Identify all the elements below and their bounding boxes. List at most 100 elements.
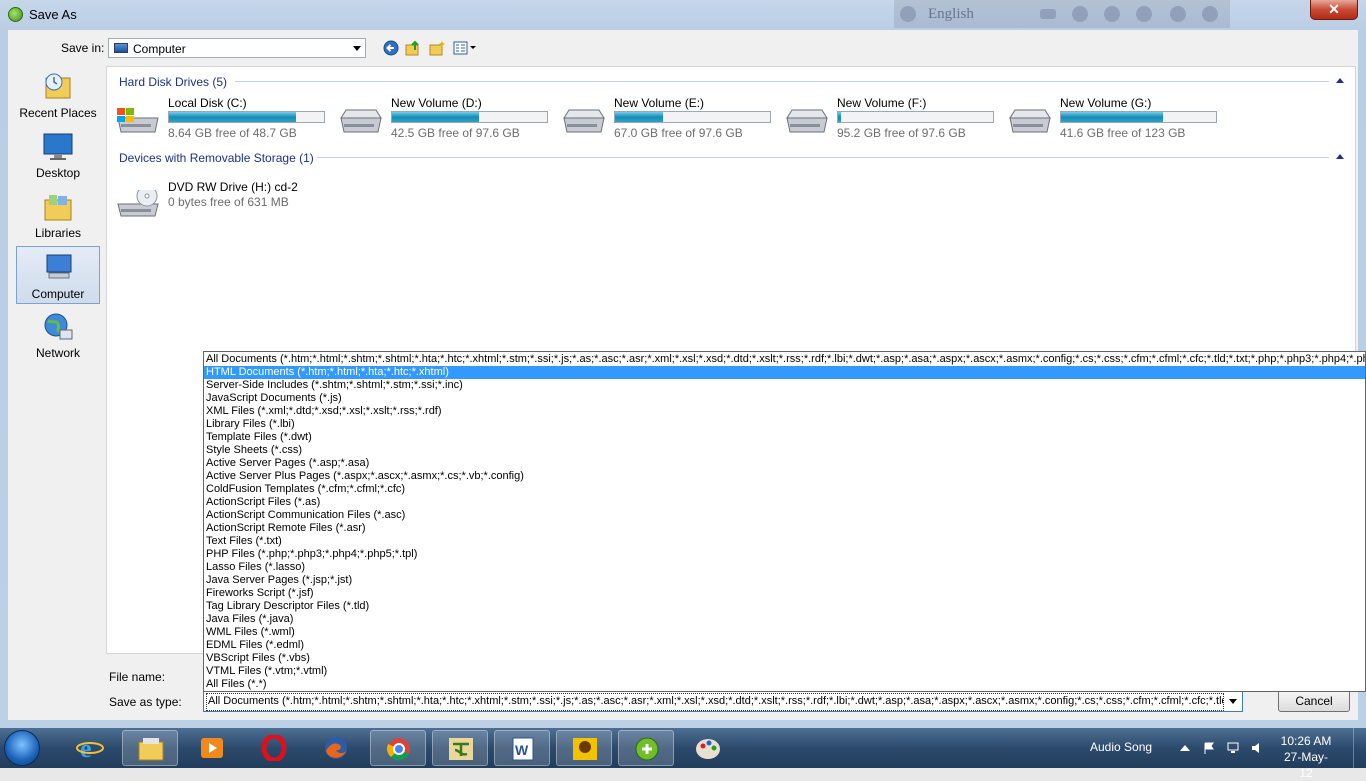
taskbar-explorer[interactable] [122, 730, 178, 766]
drive-name: New Volume (D:) [391, 96, 482, 110]
file-type-option[interactable]: Tag Library Descriptor Files (*.tld) [204, 600, 1365, 613]
show-desktop-button[interactable] [1353, 728, 1366, 768]
close-button[interactable]: ✕ [1310, 0, 1358, 20]
file-type-option[interactable]: HTML Documents (*.htm;*.html;*.hta;*.htc… [204, 366, 1365, 379]
file-type-option[interactable]: PHP Files (*.php;*.php3;*.php4;*.php5;*.… [204, 548, 1365, 561]
language-bar[interactable]: English [894, 0, 1230, 28]
place-desktop[interactable]: Desktop [16, 126, 100, 184]
file-type-list[interactable]: All Documents (*.htm;*.html;*.shtm;*.sht… [203, 351, 1366, 692]
taskbar-ie[interactable]: e [62, 730, 118, 766]
file-name-label: File name: [109, 670, 166, 684]
chevron-down-icon[interactable] [353, 46, 361, 51]
cancel-button[interactable]: Cancel [1278, 690, 1350, 712]
place-libraries[interactable]: Libraries [16, 186, 100, 244]
clock-date: 27-May-12 [1283, 750, 1328, 780]
file-type-option[interactable]: Library Files (*.lbi) [204, 418, 1365, 431]
file-type-option[interactable]: Java Files (*.java) [204, 613, 1365, 626]
drive-item[interactable]: New Volume (G:) 41.6 GB free of 123 GB [1007, 96, 1229, 140]
file-type-option[interactable]: XML Files (*.xml;*.dtd;*.xsd;*.xsl;*.xsl… [204, 405, 1365, 418]
file-type-option[interactable]: ActionScript Remote Files (*.asr) [204, 522, 1365, 535]
save-as-type-dropdown[interactable]: All Documents (*.htm;*.html;*.shtm;*.sht… [203, 690, 1243, 712]
drive-free-space: 42.5 GB free of 97.6 GB [391, 126, 520, 140]
tray-now-playing[interactable]: Audio Song [1090, 740, 1152, 754]
start-button[interactable] [4, 730, 40, 766]
recent-places-icon [45, 73, 71, 99]
drive-item[interactable]: Local Disk (C:) 8.64 GB free of 48.7 GB [115, 96, 337, 140]
taskbar-chrome[interactable] [370, 730, 426, 766]
collapse-icon[interactable] [1336, 154, 1344, 159]
file-type-option[interactable]: Active Server Pages (*.asp;*.asa) [204, 457, 1365, 470]
collapse-icon[interactable] [1336, 78, 1344, 83]
opera-icon [261, 735, 287, 761]
file-type-option[interactable]: WML Files (*.wml) [204, 626, 1365, 639]
keyboard-icon[interactable] [900, 6, 916, 22]
file-type-option[interactable]: Lasso Files (*.lasso) [204, 561, 1365, 574]
taskbar-dreamweaver[interactable] [618, 730, 674, 766]
place-label: Desktop [35, 166, 81, 180]
view-menu-icon[interactable] [453, 40, 477, 56]
svg-text:W: W [515, 742, 529, 758]
up-folder-icon[interactable] [405, 40, 421, 56]
title-bar[interactable]: Save As English ✕ [0, 0, 1366, 28]
places-bar: Recent Places Desktop Libraries Computer… [16, 66, 102, 366]
clock[interactable]: 10:26 AM 27-May-12 [1278, 733, 1334, 781]
file-type-option[interactable]: ColdFusion Templates (*.cfm;*.cfml;*.cfc… [204, 483, 1365, 496]
drive-item[interactable]: New Volume (F:) 95.2 GB free of 97.6 GB [784, 96, 1006, 140]
network-status-icon[interactable] [1227, 742, 1239, 754]
save-in-label: Save in: [61, 41, 105, 55]
window-title: Save As [29, 7, 77, 22]
drive-free-space: 95.2 GB free of 97.6 GB [837, 126, 966, 140]
removable-drive-item[interactable]: DVD RW Drive (H:) cd-2 0 bytes free of 6… [115, 180, 337, 224]
minimize-langbar-icon[interactable] [1040, 9, 1056, 19]
file-type-option[interactable]: ActionScript Files (*.as) [204, 496, 1365, 509]
file-type-option[interactable]: ActionScript Communication Files (*.asc) [204, 509, 1365, 522]
file-type-option[interactable]: Active Server Plus Pages (*.aspx;*.ascx;… [204, 470, 1365, 483]
file-type-option[interactable]: VBScript Files (*.vbs) [204, 652, 1365, 665]
language-label[interactable]: English [928, 6, 974, 23]
langbar-close-icon[interactable] [1202, 6, 1218, 22]
file-type-option[interactable]: Text Files (*.txt) [204, 535, 1365, 548]
group-header-removable[interactable]: Devices with Removable Storage (1) [119, 151, 314, 165]
new-folder-icon[interactable] [429, 40, 445, 56]
file-type-option[interactable]: JavaScript Documents (*.js) [204, 392, 1365, 405]
mouse-icon[interactable] [1072, 6, 1088, 22]
show-hidden-icons-icon[interactable] [1180, 745, 1190, 751]
file-type-option[interactable]: Server-Side Includes (*.shtm;*.shtml;*.s… [204, 379, 1365, 392]
place-recent-places[interactable]: Recent Places [16, 66, 100, 124]
file-type-option[interactable]: Template Files (*.dwt) [204, 431, 1365, 444]
drive-name: Local Disk (C:) [168, 96, 247, 110]
taskbar-media-player[interactable] [184, 730, 240, 766]
help-icon[interactable] [1170, 6, 1186, 22]
drive-item[interactable]: New Volume (E:) 67.0 GB free of 97.6 GB [561, 96, 783, 140]
taskbar-paint[interactable] [680, 730, 736, 766]
back-icon[interactable] [383, 40, 399, 56]
drive-name: DVD RW Drive (H:) cd-2 [168, 180, 298, 194]
drive-usage-bar [837, 111, 994, 123]
file-type-option[interactable]: VTML Files (*.vtm;*.vtml) [204, 665, 1365, 678]
taskbar-word[interactable]: W [494, 730, 550, 766]
computer-icon [114, 43, 128, 53]
action-center-flag-icon[interactable] [1203, 742, 1215, 754]
taskbar-opera[interactable] [246, 730, 302, 766]
volume-icon[interactable] [1251, 742, 1263, 754]
media-player-icon [201, 738, 223, 758]
drive-item[interactable]: New Volume (D:) 42.5 GB free of 97.6 GB [338, 96, 560, 140]
file-type-option[interactable]: Java Server Pages (*.jsp;*.jst) [204, 574, 1365, 587]
group-header-hard-disks[interactable]: Hard Disk Drives (5) [119, 75, 227, 89]
file-type-option[interactable]: EDML Files (*.edml) [204, 639, 1365, 652]
settings-icon[interactable] [1104, 6, 1120, 22]
chrome-icon [387, 738, 410, 761]
taskbar-bangla[interactable] [432, 730, 488, 766]
save-in-dropdown[interactable]: Computer [108, 38, 366, 58]
place-computer[interactable]: Computer [16, 246, 100, 304]
place-network[interactable]: Network [16, 306, 100, 364]
options-icon[interactable] [1136, 6, 1152, 22]
file-type-option[interactable]: Style Sheets (*.css) [204, 444, 1365, 457]
taskbar-bijoy[interactable] [556, 730, 612, 766]
file-type-option[interactable]: All Files (*.*) [204, 678, 1365, 691]
file-type-option[interactable]: All Documents (*.htm;*.html;*.shtm;*.sht… [204, 353, 1365, 366]
taskbar-firefox[interactable] [308, 730, 364, 766]
libraries-icon [44, 195, 72, 221]
file-type-option[interactable]: Fireworks Script (*.jsf) [204, 587, 1365, 600]
chevron-down-icon[interactable] [1229, 699, 1237, 704]
